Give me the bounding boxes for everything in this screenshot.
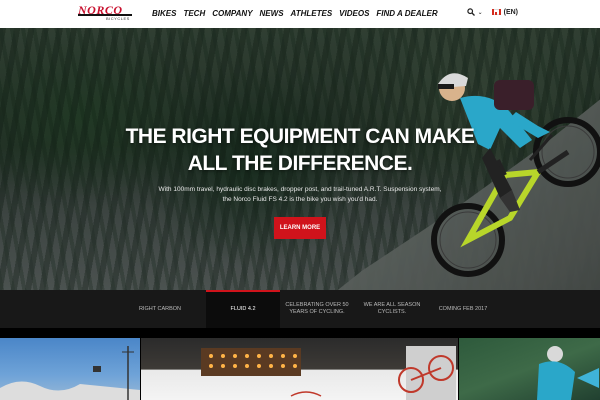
- header-tools: ⌄ (EN): [466, 8, 518, 16]
- search-icon[interactable]: [466, 8, 475, 16]
- hero-subtext: With 100mm travel, hydraulic disc brakes…: [150, 185, 450, 205]
- slide-tabs: RIGHT CARBON FLUID 4.2 CELEBRATING OVER …: [0, 290, 600, 328]
- language-selector[interactable]: (EN): [504, 9, 518, 16]
- hero-banner: THE RIGHT EQUIPMENT CAN MAKE ALL THE DIF…: [0, 28, 600, 290]
- hero-headline: THE RIGHT EQUIPMENT CAN MAKE ALL THE DIF…: [0, 123, 600, 177]
- tile-store-image[interactable]: [141, 338, 458, 400]
- site-header: NORCO BICYCLES BIKES TECH COMPANY NEWS A…: [0, 0, 600, 28]
- nav-item-find-a-dealer[interactable]: FIND A DEALER: [376, 9, 437, 18]
- tile-rider-illustration: [537, 346, 599, 400]
- tile-sky-image[interactable]: [0, 338, 140, 400]
- tab-celebrating-50-years[interactable]: CELEBRATING OVER 50 YEARS OF CYCLING.: [280, 290, 354, 328]
- nav-item-company[interactable]: COMPANY: [212, 9, 252, 18]
- tab-fluid-4-2[interactable]: FLUID 4.2: [206, 290, 280, 328]
- tile-store-illustration: [201, 346, 456, 400]
- nav-item-tech[interactable]: TECH: [183, 9, 205, 18]
- hero-subtext-line1: With 100mm travel, hydraulic disc brakes…: [158, 186, 442, 193]
- canada-flag-icon[interactable]: [491, 9, 501, 15]
- chevron-down-icon[interactable]: ⌄: [478, 9, 483, 16]
- hero-subtext-line2: the Norco Fluid FS 4.2 is the bike you w…: [222, 196, 378, 203]
- nav-item-bikes[interactable]: BIKES: [152, 9, 176, 18]
- tab-coming-feb-2017[interactable]: COMING FEB 2017: [430, 290, 496, 328]
- nav-item-videos[interactable]: VIDEOS: [339, 9, 369, 18]
- tab-right-carbon[interactable]: RIGHT CARBON: [114, 290, 206, 328]
- logo-subtitle: BICYCLES: [106, 16, 130, 21]
- nav-item-athletes[interactable]: ATHLETES: [291, 9, 333, 18]
- featured-tiles: [0, 328, 600, 400]
- norco-logo[interactable]: NORCO BICYCLES: [78, 4, 134, 23]
- main-nav: BIKES TECH COMPANY NEWS ATHLETES VIDEOS …: [152, 9, 438, 18]
- learn-more-button[interactable]: LEARN MORE: [274, 217, 326, 239]
- tile-rider-image[interactable]: [459, 338, 600, 400]
- hero-headline-line2: ALL THE DIFFERENCE.: [187, 152, 413, 175]
- tile-sky-illustration: [0, 346, 140, 400]
- nav-item-news[interactable]: NEWS: [260, 9, 284, 18]
- hero-headline-line1: THE RIGHT EQUIPMENT CAN MAKE: [125, 125, 475, 148]
- tab-all-season-cyclists[interactable]: WE ARE ALL SEASON CYCLISTS.: [354, 290, 430, 328]
